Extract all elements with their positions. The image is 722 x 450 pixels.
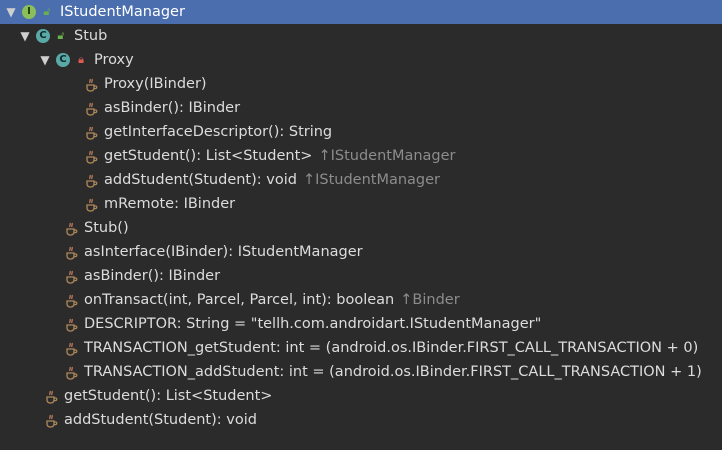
member-label: getStudent(): List<Student> — [104, 148, 313, 164]
class-badge-icon: C — [36, 29, 50, 43]
tree-member[interactable]: getInterfaceDescriptor(): String — [0, 120, 722, 144]
node-label: Proxy — [94, 52, 134, 68]
tree-member[interactable]: getStudent(): List<Student> ↑IStudentMan… — [0, 144, 722, 168]
java-coffee-icon — [64, 340, 78, 356]
member-label: addStudent(Student): void — [104, 172, 297, 188]
tree-member[interactable]: addStudent(Student): void — [0, 408, 722, 432]
unlock-icon: 🔓︎ — [43, 5, 51, 18]
java-coffee-icon — [44, 388, 58, 404]
member-label: getInterfaceDescriptor(): String — [104, 124, 333, 140]
chevron-down-icon[interactable]: ▼ — [4, 0, 18, 24]
tree-member[interactable]: asBinder(): IBinder — [0, 264, 722, 288]
member-label: mRemote: IBinder — [104, 196, 236, 212]
tree-member[interactable]: asInterface(IBinder): IStudentManager — [0, 240, 722, 264]
tree-node-istudentmanager[interactable]: ▼ I 🔓︎ IStudentManager — [0, 0, 722, 24]
tree-member[interactable]: onTransact(int, Parcel, Parcel, int): bo… — [0, 288, 722, 312]
interface-badge-icon: I — [22, 5, 36, 19]
tree-node-proxy[interactable]: ▼ C 🔒︎ Proxy — [0, 48, 722, 72]
java-coffee-icon — [64, 268, 78, 284]
tree-member[interactable]: TRANSACTION_getStudent: int = (android.o… — [0, 336, 722, 360]
inherited-from-label: ↑IStudentManager — [318, 148, 456, 164]
tree-member[interactable]: mRemote: IBinder — [0, 192, 722, 216]
member-label: onTransact(int, Parcel, Parcel, int): bo… — [84, 292, 395, 308]
member-label: asInterface(IBinder): IStudentManager — [84, 244, 363, 260]
java-coffee-icon — [64, 220, 78, 236]
tree-member[interactable]: TRANSACTION_addStudent: int = (android.o… — [0, 360, 722, 384]
member-label: TRANSACTION_addStudent: int = (android.o… — [84, 364, 702, 380]
java-coffee-icon — [64, 292, 78, 308]
member-label: addStudent(Student): void — [64, 412, 257, 428]
member-label: asBinder(): IBinder — [104, 100, 241, 116]
tree-member[interactable]: asBinder(): IBinder — [0, 96, 722, 120]
java-coffee-icon — [64, 316, 78, 332]
member-label: Stub() — [84, 220, 129, 236]
inherited-from-label: ↑Binder — [400, 292, 460, 308]
java-coffee-icon — [64, 244, 78, 260]
chevron-down-icon[interactable]: ▼ — [38, 48, 52, 72]
tree-member[interactable]: addStudent(Student): void ↑IStudentManag… — [0, 168, 722, 192]
tree-member[interactable]: DESCRIPTOR: String = "tellh.com.androida… — [0, 312, 722, 336]
member-label: Proxy(IBinder) — [104, 76, 207, 92]
tree-member[interactable]: Stub() — [0, 216, 722, 240]
member-label: getStudent(): List<Student> — [64, 388, 273, 404]
java-coffee-icon — [64, 364, 78, 380]
structure-tree: ▼ I 🔓︎ IStudentManager ▼ C 🔓︎ Stub ▼ C 🔒… — [0, 0, 722, 432]
tree-member[interactable]: Proxy(IBinder) — [0, 72, 722, 96]
member-label: asBinder(): IBinder — [84, 268, 221, 284]
unlock-icon: 🔓︎ — [57, 29, 65, 42]
java-coffee-icon — [84, 172, 98, 188]
java-coffee-icon — [84, 76, 98, 92]
inherited-from-label: ↑IStudentManager — [302, 172, 441, 188]
chevron-down-icon[interactable]: ▼ — [18, 24, 32, 48]
member-label: TRANSACTION_getStudent: int = (android.o… — [84, 340, 699, 356]
java-coffee-icon — [44, 412, 58, 428]
member-label: DESCRIPTOR: String = "tellh.com.androida… — [84, 316, 542, 332]
tree-node-stub[interactable]: ▼ C 🔓︎ Stub — [0, 24, 722, 48]
lock-icon: 🔒︎ — [78, 53, 84, 66]
java-coffee-icon — [84, 100, 98, 116]
java-coffee-icon — [84, 196, 98, 212]
java-coffee-icon — [84, 124, 98, 140]
tree-member[interactable]: getStudent(): List<Student> — [0, 384, 722, 408]
node-label: Stub — [74, 28, 108, 44]
node-label: IStudentManager — [60, 4, 185, 20]
class-badge-icon: C — [56, 53, 70, 67]
java-coffee-icon — [84, 148, 98, 164]
